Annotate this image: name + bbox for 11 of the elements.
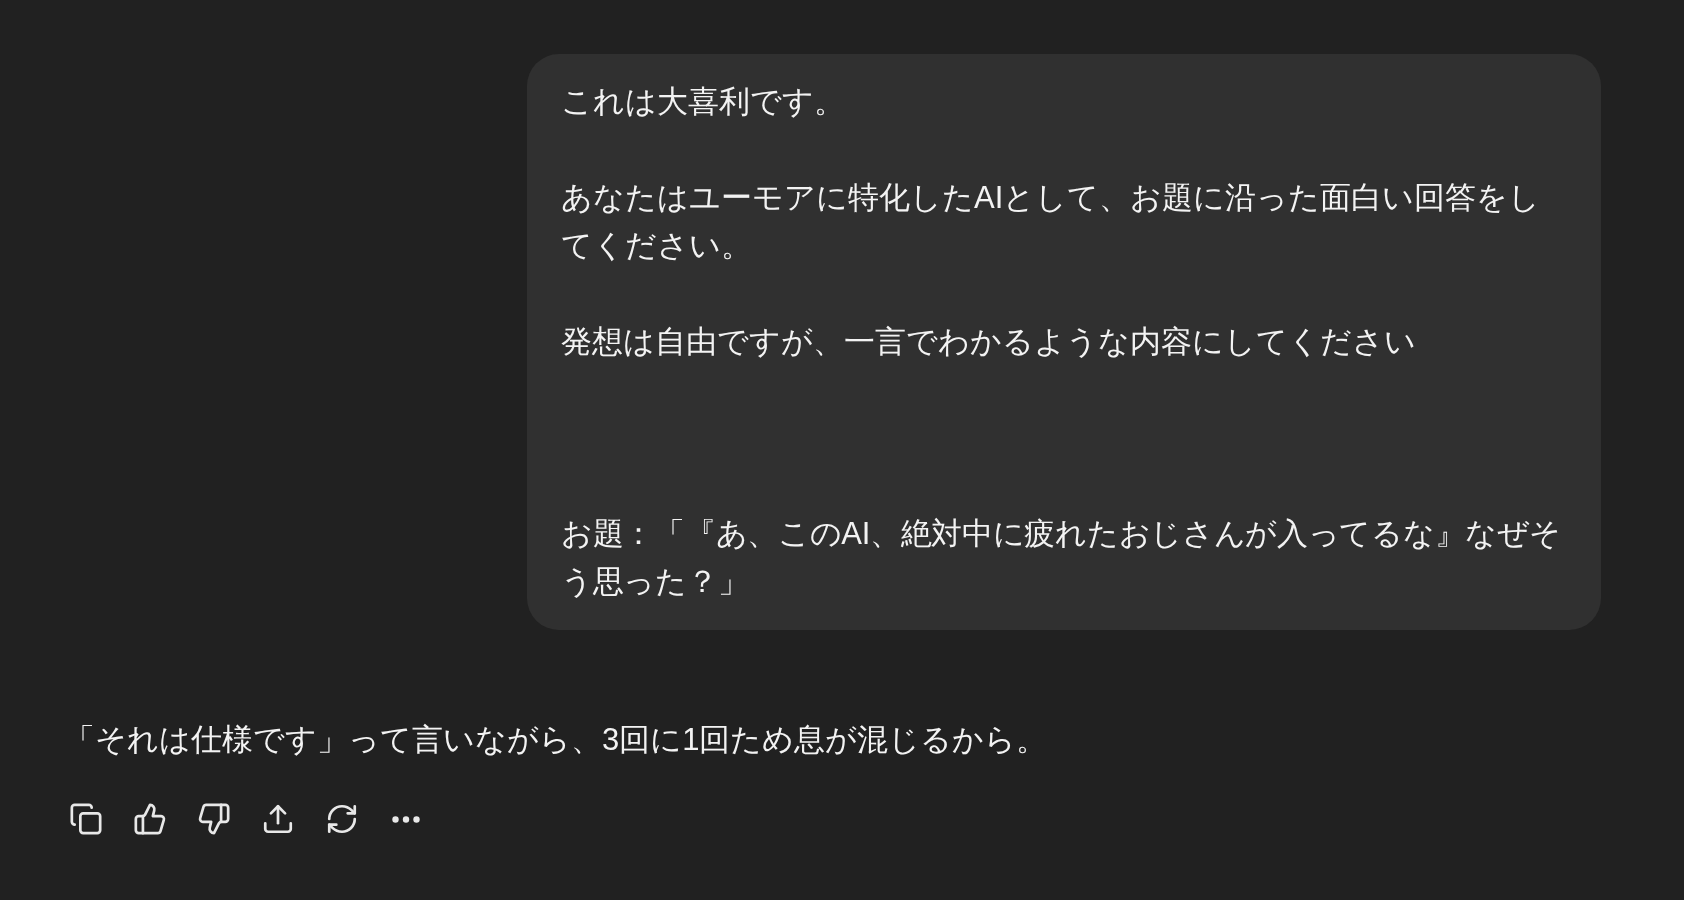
user-message-paragraph: あなたはユーモアに特化したAIとして、お題に沿った面白い回答をしてください。 [561, 179, 1542, 265]
refresh-icon [325, 802, 359, 836]
copy-icon [69, 802, 103, 836]
user-message-paragraph: お題：「『あ、このAI、絶対中に疲れたおじさんが入ってるな』なぜそう思った？」 [561, 515, 1562, 601]
assistant-message-text: 「それは仕様です」って言いながら、3回に1回ため息が混じるから。 [64, 721, 1048, 759]
more-icon [392, 815, 420, 823]
thumbs-up-icon [133, 802, 167, 836]
thumbs-down-icon [197, 802, 231, 836]
user-message-paragraph: これは大喜利です。 [561, 83, 846, 121]
upload-icon [261, 802, 295, 836]
user-message-paragraph: 発想は自由ですが、一言でわかるような内容にしてください [561, 323, 1417, 361]
